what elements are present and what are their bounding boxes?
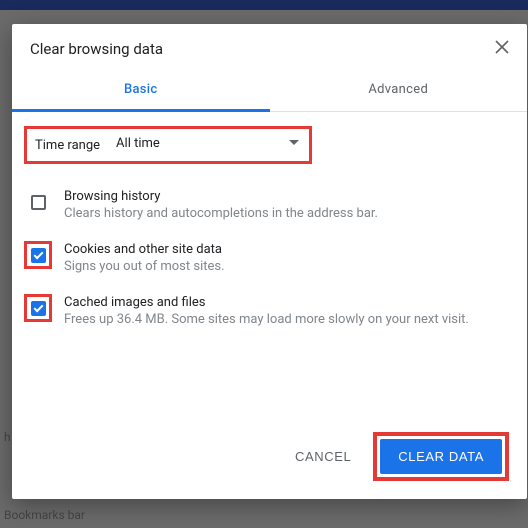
option-title: Cookies and other site data [64, 242, 225, 257]
option-desc: Signs you out of most sites. [64, 259, 225, 274]
cancel-button[interactable]: CANCEL [281, 439, 365, 474]
chevron-down-icon [289, 140, 299, 145]
clear-browsing-data-dialog: Clear browsing data Basic Advanced Time … [12, 24, 527, 499]
dialog-title: Clear browsing data [30, 40, 163, 58]
tab-basic[interactable]: Basic [12, 70, 270, 112]
checkbox-cached[interactable] [31, 301, 46, 316]
clear-data-button[interactable]: CLEAR DATA [380, 439, 502, 474]
option-browsing-history[interactable]: Browsing history Clears history and auto… [24, 188, 515, 221]
option-cookies[interactable]: Cookies and other site data Signs you ou… [24, 241, 515, 274]
option-title: Browsing history [64, 189, 378, 204]
option-desc: Frees up 36.4 MB. Some sites may load mo… [64, 312, 469, 327]
checkbox-browsing-history[interactable] [31, 195, 46, 210]
tabs: Basic Advanced [12, 70, 527, 112]
option-desc: Clears history and autocompletions in th… [64, 206, 378, 221]
time-range-label: Time range [35, 138, 100, 153]
time-range-value: All time [116, 136, 160, 151]
time-range-select[interactable]: All time [114, 136, 301, 154]
option-title: Cached images and files [64, 295, 469, 310]
checkbox-cookies[interactable] [31, 248, 46, 263]
tab-advanced[interactable]: Advanced [270, 70, 528, 111]
close-icon[interactable] [495, 40, 509, 58]
option-cached[interactable]: Cached images and files Frees up 36.4 MB… [24, 294, 515, 327]
time-range-row: Time range All time [24, 126, 312, 164]
